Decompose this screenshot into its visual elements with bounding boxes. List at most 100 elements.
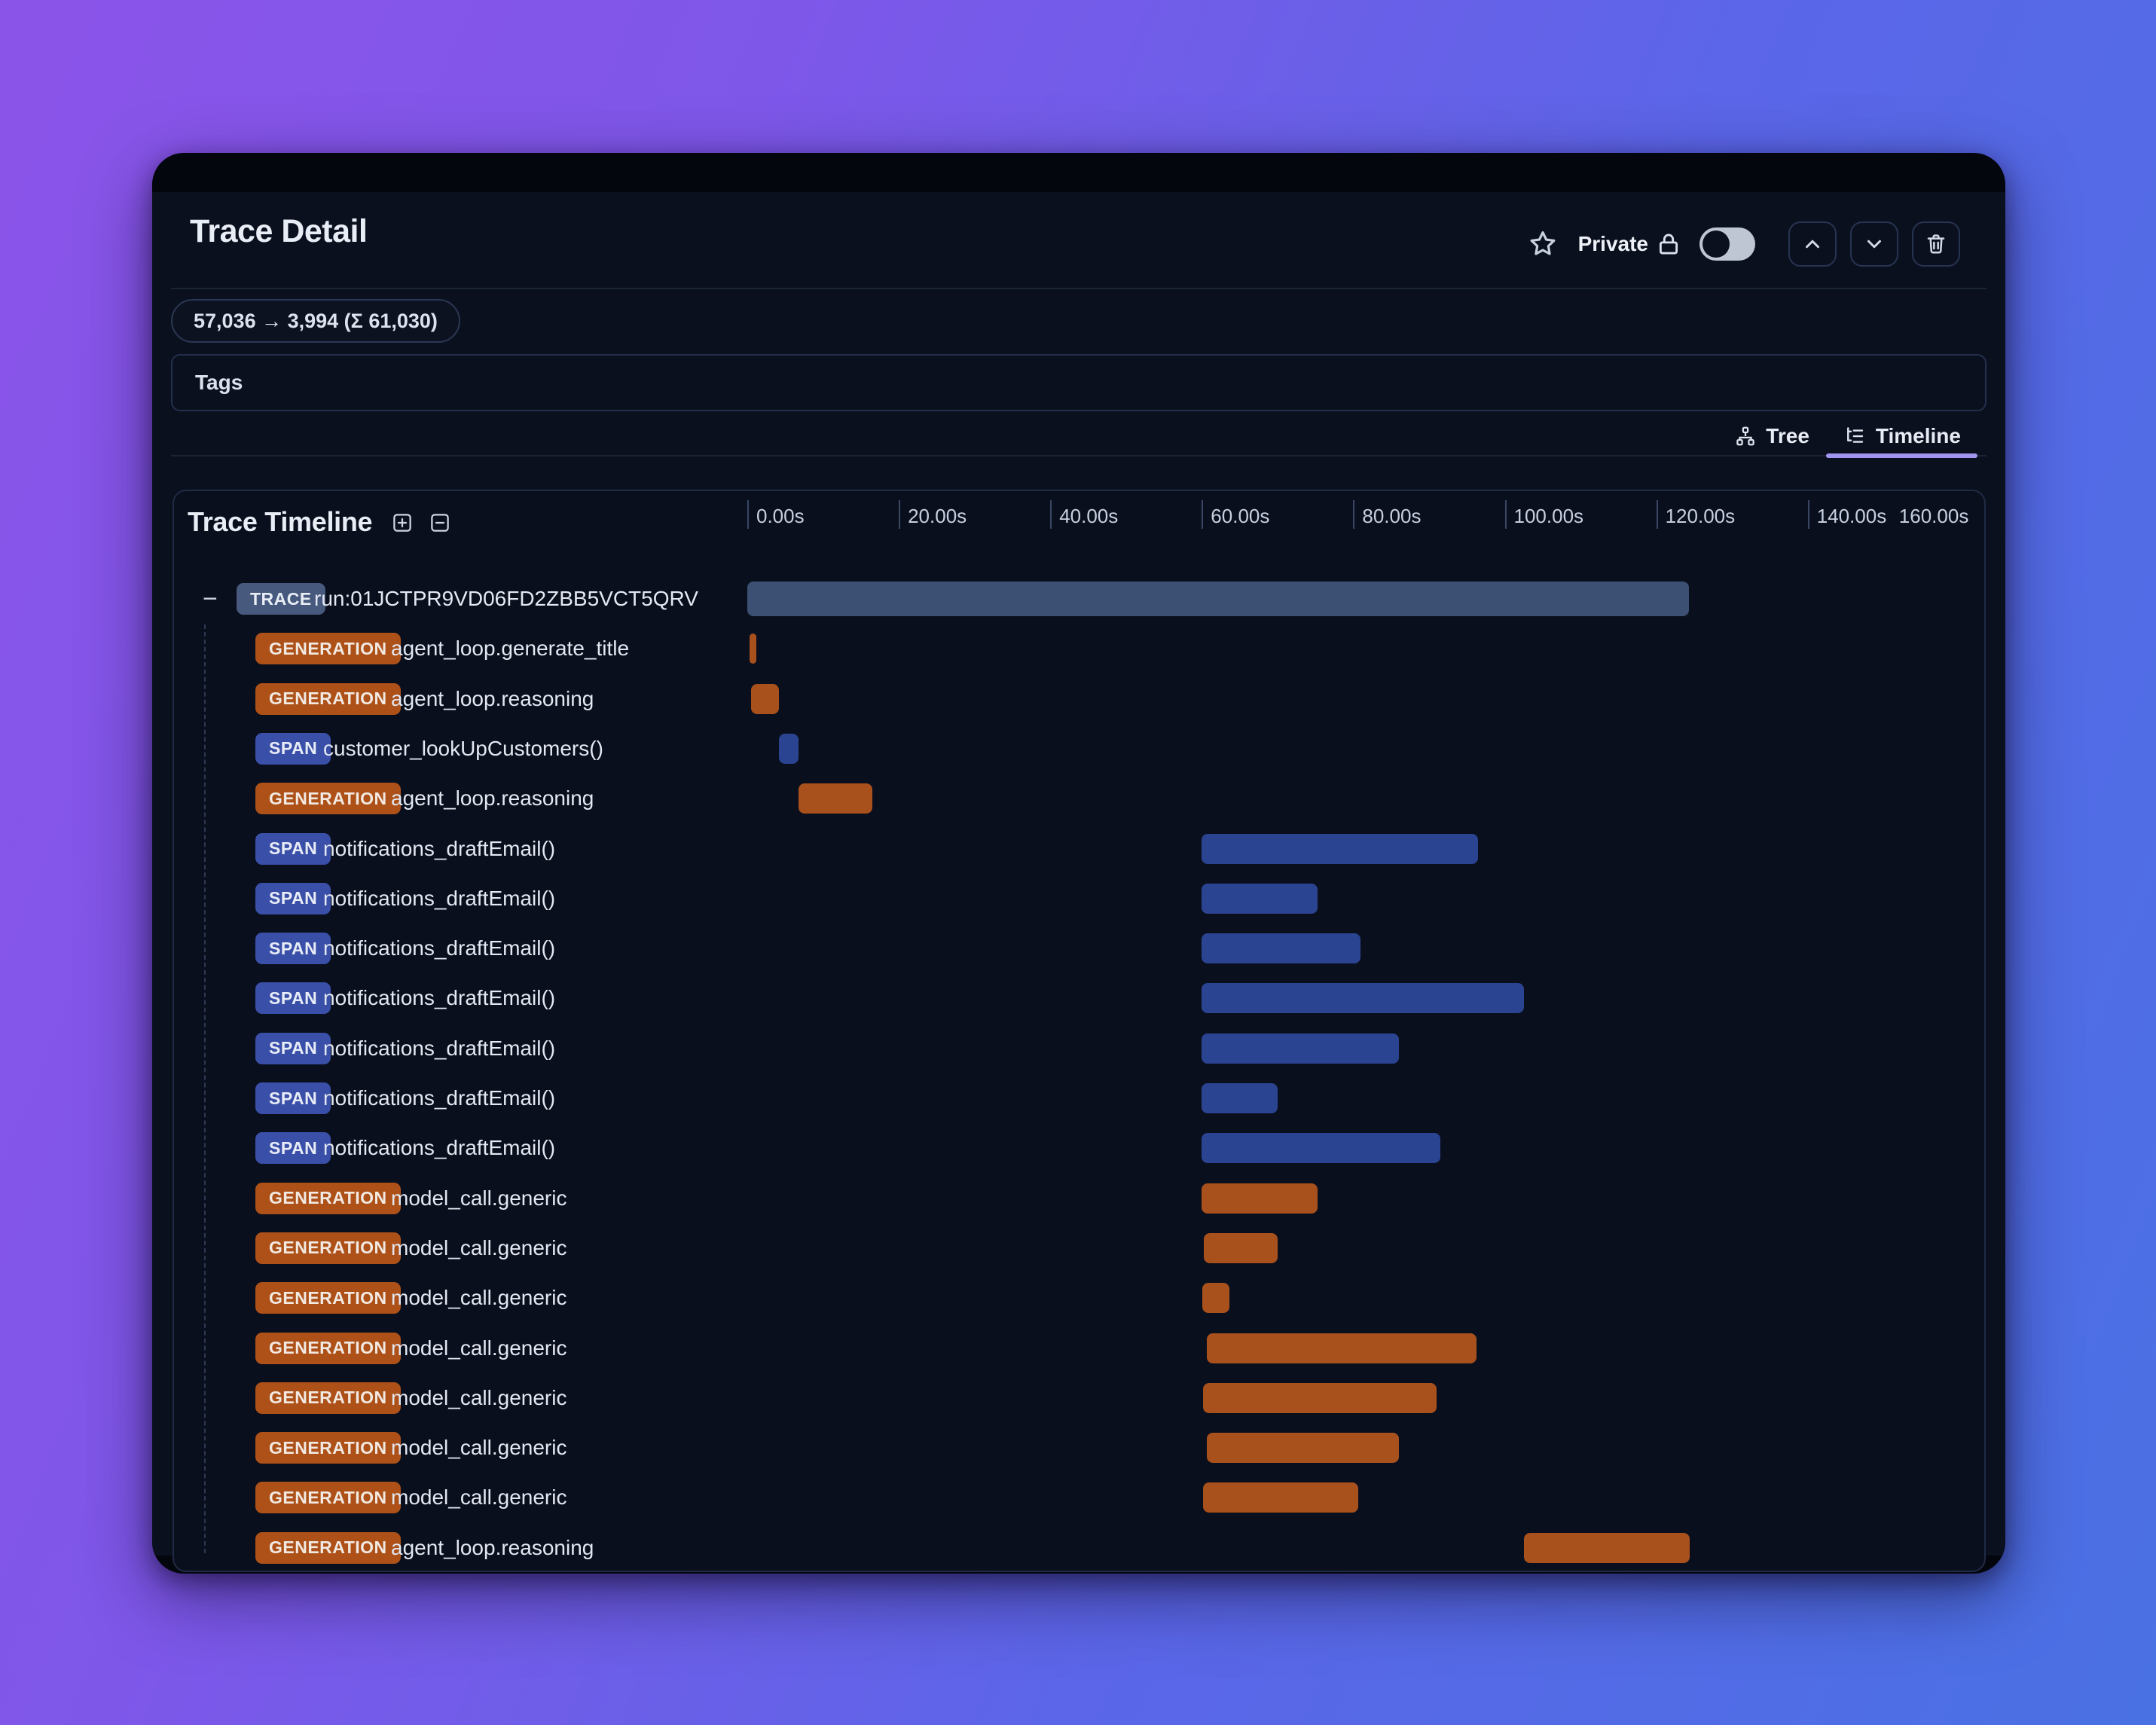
generation-bar[interactable] [750,634,757,664]
header-divider [171,288,1987,289]
collapse-toggle-icon[interactable]: − [203,586,218,612]
collapse-up-button[interactable] [1788,221,1837,267]
row-type-badge: GENERATION [255,1282,401,1314]
zoom-in-button[interactable] [391,511,414,534]
axis-tick [1353,500,1355,529]
delete-button[interactable] [1912,221,1960,267]
row-label: model_call.generic [391,1436,567,1460]
generation-bar[interactable] [1202,1183,1318,1214]
row-type-badge: SPAN [255,982,331,1015]
trace-timeline-panel: Trace Timeline 0.00s 20.00s 40.00s 60.00s 80… [173,490,1986,1572]
timeline-row[interactable]: GENERATION model_call.generic [174,1324,1984,1373]
timeline-row[interactable]: SPAN notifications_draftEmail() [174,1024,1984,1073]
toggle-knob [1703,231,1730,258]
row-type-badge: SPAN [255,732,331,765]
timeline-row[interactable]: SPAN notifications_draftEmail() [174,924,1984,973]
timeline-row[interactable]: GENERATION agent_loop.reasoning [174,1523,1984,1571]
generation-bar[interactable] [1203,1482,1359,1513]
page-title: Trace Detail [190,213,368,249]
row-label: model_call.generic [391,1235,567,1259]
row-label: agent_loop.reasoning [391,1535,594,1559]
axis-tick-label: 120.00s [1665,505,1736,527]
timeline-row[interactable]: GENERATION model_call.generic [174,1273,1984,1323]
row-label: model_call.generic [391,1385,567,1409]
timeline-row[interactable]: GENERATION agent_loop.reasoning [174,774,1984,823]
private-label: Private [1577,232,1648,255]
span-bar[interactable] [1202,1033,1399,1064]
private-toggle[interactable] [1699,227,1755,261]
axis-tick [1656,500,1658,529]
axis-tick [1807,500,1809,529]
row-label: notifications_draftEmail() [323,936,556,960]
generation-bar[interactable] [1204,1232,1278,1263]
generation-bar[interactable] [799,783,872,814]
timeline-row[interactable]: SPAN customer_lookUpCustomers() [174,724,1984,774]
tags-input[interactable]: Tags [171,354,1987,411]
row-type-badge: SPAN [255,1082,331,1114]
generation-bar[interactable] [1207,1333,1477,1363]
row-type-badge: TRACE [237,583,325,615]
row-label: model_call.generic [391,1186,567,1210]
timeline-row[interactable]: SPAN notifications_draftEmail() [174,1073,1984,1123]
span-bar[interactable] [1202,933,1361,964]
span-bar[interactable] [1202,1133,1441,1164]
span-bar[interactable] [1202,883,1318,914]
trace-timeline-title: Trace Timeline [188,506,373,537]
row-type-badge: SPAN [255,1032,331,1064]
collapse-down-button[interactable] [1850,221,1898,267]
axis-tick [1504,500,1507,529]
tab-label: Timeline [1875,424,1961,447]
generation-bar[interactable] [1207,1433,1399,1464]
timeline-row[interactable]: GENERATION model_call.generic [174,1174,1984,1223]
active-tab-underline [1718,453,1826,458]
timeline-row[interactable]: GENERATION agent_loop.reasoning [174,674,1984,724]
span-bar[interactable] [779,733,799,764]
row-type-badge: GENERATION [255,1232,401,1264]
timeline-row[interactable]: GENERATION model_call.generic [174,1373,1984,1423]
tree-icon [1734,425,1757,447]
axis-tick-label: 80.00s [1362,505,1422,527]
row-type-badge: GENERATION [255,1432,401,1464]
timeline-row[interactable]: GENERATION model_call.generic [174,1423,1984,1473]
token-usage-badge: 57,036 → 3,994 (Σ 61,030) [171,299,460,343]
row-label: agent_loop.reasoning [391,686,594,710]
axis-tick-label: 20.00s [908,505,967,527]
generation-bar[interactable] [1202,1283,1230,1314]
tab-label: Tree [1766,424,1809,447]
row-type-badge: GENERATION [255,1182,401,1214]
trace-bar[interactable] [747,582,1689,616]
timeline-row[interactable]: SPAN notifications_draftEmail() [174,1123,1984,1173]
span-bar[interactable] [1202,983,1524,1014]
axis-tick-label: 40.00s [1059,505,1119,527]
row-label: model_call.generic [391,1485,567,1510]
generation-bar[interactable] [1523,1532,1690,1563]
timeline-row[interactable]: SPAN notifications_draftEmail() [174,973,1984,1023]
lock-icon [1656,231,1681,258]
row-label: notifications_draftEmail() [323,1136,556,1160]
star-icon[interactable] [1527,228,1559,260]
view-tabs: Tree Timeline [1718,416,1977,458]
axis-tick-label: 140.00s [1816,505,1887,527]
timeline-row[interactable]: SPAN notifications_draftEmail() [174,874,1984,924]
row-label: customer_lookUpCustomers() [323,736,603,760]
timeline-row[interactable]: GENERATION model_call.generic [174,1473,1984,1522]
tab-tree[interactable]: Tree [1718,416,1826,456]
row-label: run:01JCTPR9VD06FD2ZBB5VCT5QRV [314,587,698,610]
span-bar[interactable] [1202,1083,1278,1113]
generation-bar[interactable] [1203,1382,1437,1413]
row-type-badge: GENERATION [255,1382,401,1414]
zoom-out-button[interactable] [429,511,451,534]
window-content: Trace Detail Private 57,036 → 3,994 (Σ 6… [152,192,2005,1572]
timeline-row[interactable]: SPAN notifications_draftEmail() [174,824,1984,874]
row-type-badge: SPAN [255,832,331,865]
tab-timeline[interactable]: Timeline [1825,416,1977,458]
row-type-badge: SPAN [255,1132,331,1165]
generation-bar[interactable] [751,683,780,714]
row-label: notifications_draftEmail() [323,836,556,860]
timeline-row[interactable]: − TRACE run:01JCTPR9VD06FD2ZBB5VCT5QRV [174,574,1984,624]
axis-tick [1202,500,1204,529]
axis-tick [1050,500,1052,529]
span-bar[interactable] [1202,833,1479,864]
timeline-row[interactable]: GENERATION model_call.generic [174,1223,1984,1273]
timeline-row[interactable]: GENERATION agent_loop.generate_title [174,624,1984,673]
